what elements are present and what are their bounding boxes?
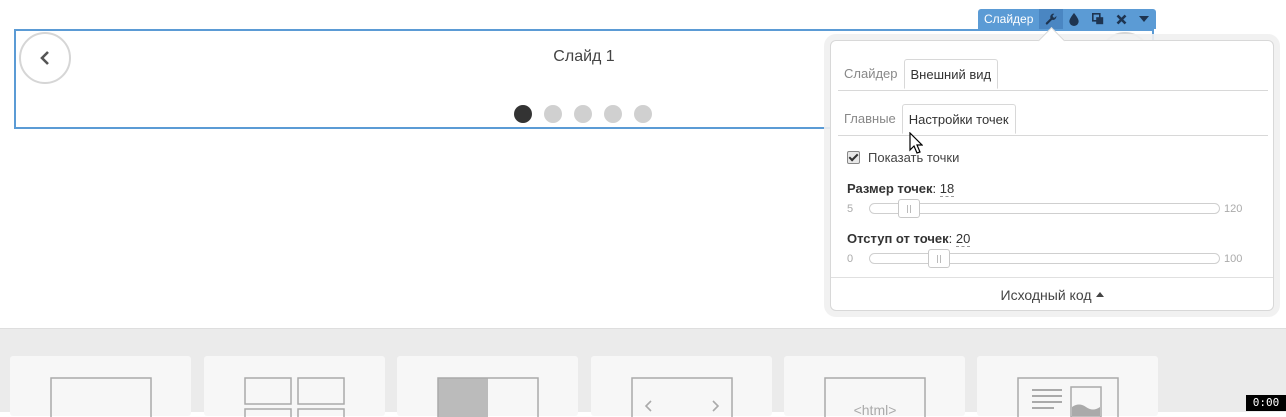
source-code-toggle[interactable]: Исходный код	[831, 277, 1273, 312]
slider-dots	[514, 105, 652, 123]
sub-tabs: Главные Настройки точек	[838, 104, 1268, 136]
dot-size-label-row: Размер точек: 18	[847, 181, 955, 197]
block-slider[interactable]	[591, 356, 772, 417]
chevron-left-icon	[40, 51, 49, 65]
dot-size-slider-handle[interactable]	[898, 199, 920, 218]
dot-offset-value[interactable]: 20	[955, 231, 971, 247]
text-image-block-icon	[1017, 377, 1119, 417]
dot-offset-slider-handle[interactable]	[928, 249, 950, 268]
block-grid[interactable]	[204, 356, 385, 417]
block-image-text[interactable]	[397, 356, 578, 417]
slider-dot-5[interactable]	[634, 105, 652, 123]
source-code-label: Исходный код	[1000, 287, 1092, 303]
dot-offset-max: 100	[1224, 253, 1243, 265]
main-tabs: Слайдер Внешний вид	[838, 59, 1268, 91]
show-dots-row[interactable]: Показать точки	[847, 150, 959, 165]
tab-slider[interactable]: Слайдер	[838, 59, 904, 89]
dot-size-slider[interactable]	[869, 199, 1220, 218]
slider-block-icon	[631, 377, 733, 417]
tab-appearance[interactable]: Внешний вид	[903, 59, 999, 89]
tab-main[interactable]: Главные	[838, 104, 902, 134]
grid-block-icon	[244, 377, 345, 417]
slide-title: Слайд 1	[553, 48, 615, 65]
dot-size-value[interactable]: 18	[939, 181, 955, 197]
dot-offset-label: Отступ от точек	[847, 231, 949, 246]
slider-settings-panel: Слайдер Внешний вид Главные Настройки то…	[830, 40, 1274, 311]
mouse-cursor-icon	[909, 132, 923, 154]
duplicate-icon[interactable]	[1086, 9, 1109, 29]
dot-offset-slider[interactable]	[869, 249, 1220, 268]
dot-offset-min: 0	[847, 253, 854, 265]
dot-size-min: 5	[847, 203, 854, 215]
image-text-block-icon	[437, 377, 539, 417]
slider-dot-4[interactable]	[604, 105, 622, 123]
block-blank[interactable]	[10, 356, 191, 417]
caret-down-icon[interactable]	[1133, 9, 1156, 29]
html-block-label: <html>	[854, 402, 897, 417]
slider-toolbar: Слайдер	[978, 9, 1156, 29]
dot-offset-label-row: Отступ от точек: 20	[847, 231, 971, 247]
show-dots-checkbox[interactable]	[847, 151, 860, 164]
slider-dot-2[interactable]	[544, 105, 562, 123]
dot-size-max: 120	[1224, 203, 1243, 215]
close-icon[interactable]	[1109, 9, 1132, 29]
slider-dot-3[interactable]	[574, 105, 592, 123]
caret-up-icon	[1095, 291, 1104, 297]
recording-timer: 0:00	[1246, 395, 1286, 411]
blank-block-icon	[50, 377, 152, 417]
html-block-icon: <html>	[824, 377, 926, 417]
prev-slide-button[interactable]	[19, 32, 71, 84]
tab-dot-settings[interactable]: Настройки точек	[901, 104, 1016, 134]
drop-icon[interactable]	[1063, 9, 1086, 29]
slider-toolbar-label: Слайдер	[984, 12, 1034, 26]
block-text-image[interactable]	[977, 356, 1158, 417]
slider-dot-1[interactable]	[514, 105, 532, 123]
dot-size-label: Размер точек	[847, 181, 933, 196]
block-html[interactable]: <html>	[784, 356, 965, 417]
block-palette: <html>	[0, 328, 1286, 417]
